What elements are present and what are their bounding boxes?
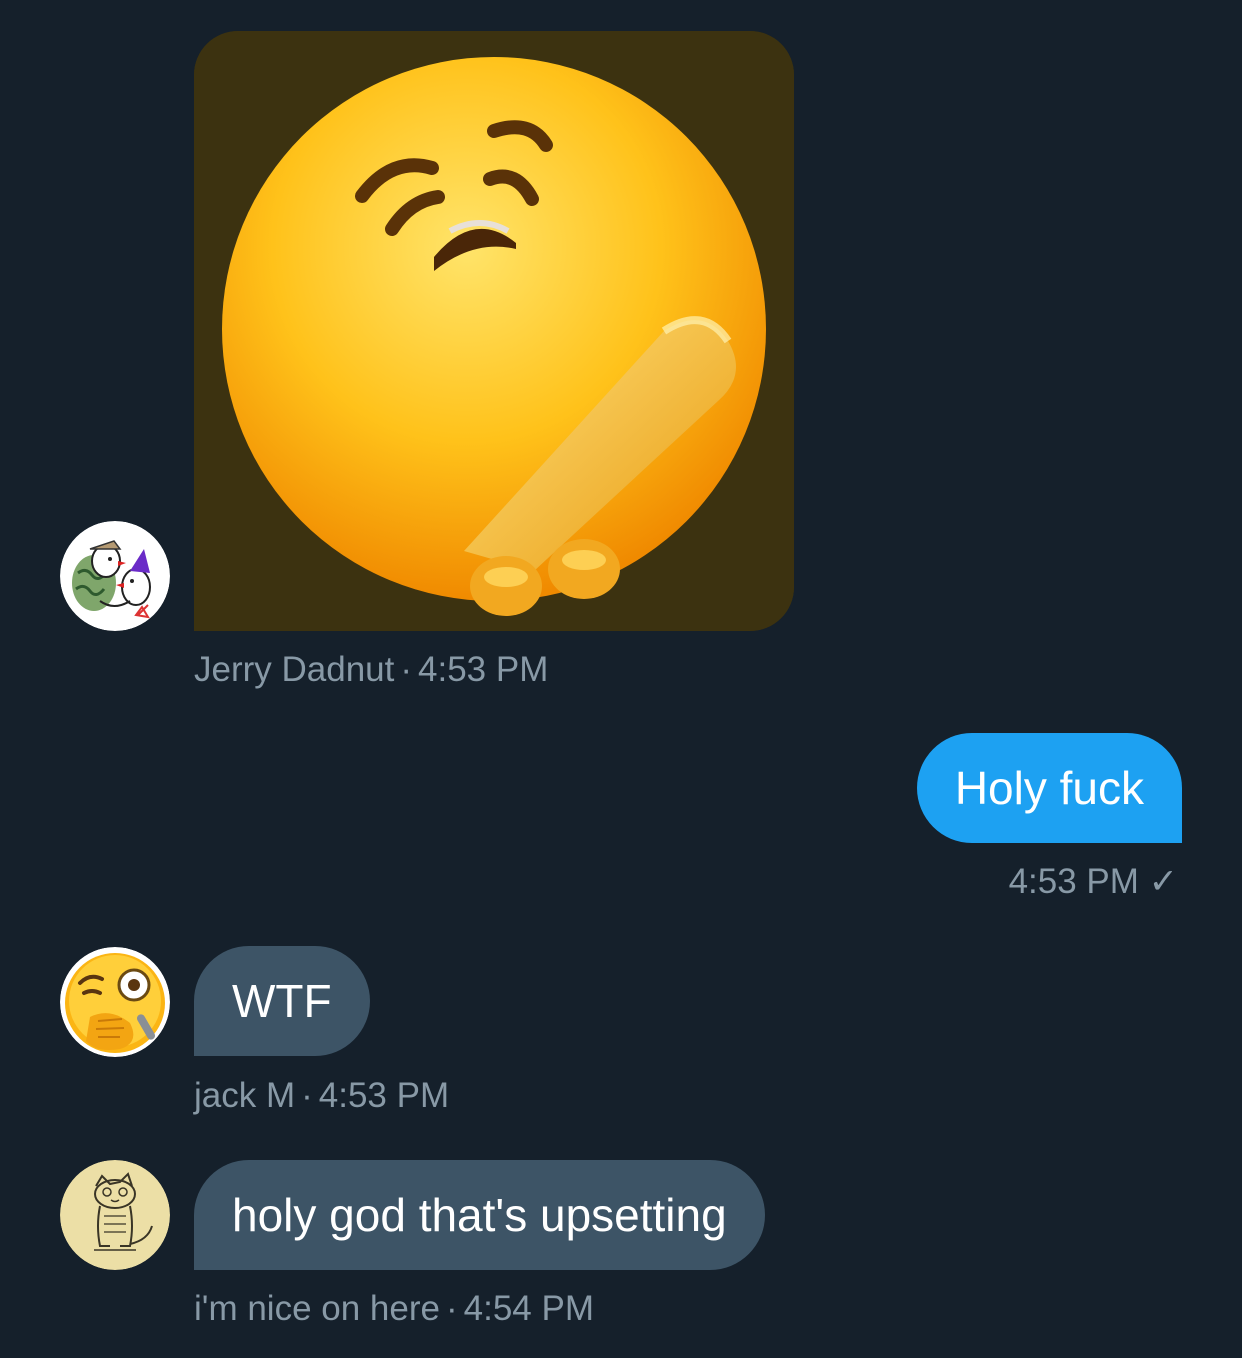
message-meta: Jerry Dadnut · 4:53 PM (194, 650, 548, 690)
message-text: Holy fuck (954, 762, 1144, 814)
meta-separator: · (400, 650, 413, 689)
sticker-emoji-face-icon[interactable] (194, 31, 794, 631)
sender-name[interactable]: i'm nice on here (194, 1289, 440, 1328)
message-time: 4:54 PM (463, 1289, 594, 1328)
monocle-face-emoji-avatar-icon[interactable] (60, 947, 170, 1057)
message-text: holy god that's upsetting (232, 1189, 727, 1241)
incoming-message-bubble[interactable]: holy god that's upsetting (194, 1160, 765, 1270)
message-time: 4:53 PM (318, 1076, 450, 1115)
sender-name[interactable]: jack M (194, 1076, 295, 1115)
checkmark-icon: ✓ (1148, 862, 1178, 901)
birds-avatar-icon[interactable] (60, 521, 170, 631)
conversation-view: Jerry Dadnut · 4:53 PM Holy fuck 4:53 PM ✓… (0, 0, 1242, 1358)
cat-sketch-avatar-icon[interactable] (60, 1160, 170, 1270)
sender-name[interactable]: Jerry Dadnut (194, 650, 394, 689)
meta-separator: · (445, 1289, 458, 1328)
message-time: 4:53 PM (418, 650, 549, 689)
meta-separator: · (301, 1076, 313, 1115)
incoming-message-bubble[interactable]: WTF (194, 946, 370, 1056)
message-text: WTF (232, 975, 332, 1027)
message-time: 4:53 PM (1008, 862, 1139, 901)
message-meta: jack M · 4:53 PM (194, 1076, 449, 1116)
outgoing-message-meta: 4:53 PM ✓ (1009, 862, 1178, 902)
outgoing-message-bubble[interactable]: Holy fuck (916, 733, 1182, 843)
message-meta: i'm nice on here · 4:54 PM (194, 1289, 594, 1329)
